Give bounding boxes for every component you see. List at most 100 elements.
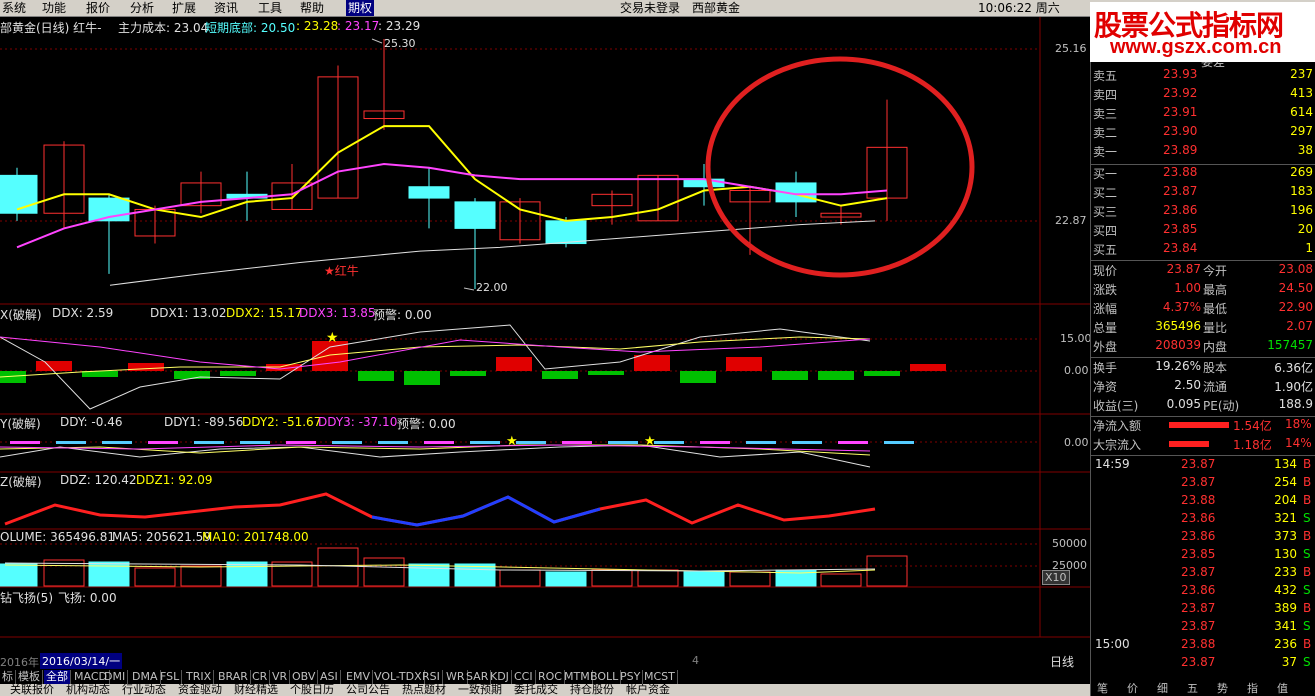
tick-side: S	[1303, 619, 1311, 633]
indicator-tab[interactable]: OBV	[290, 670, 319, 684]
bottom-function-item[interactable]: 持仓股份	[570, 684, 614, 696]
fund-value: 19.26%	[1155, 359, 1201, 373]
tick-price: 23.88	[1181, 637, 1216, 651]
main-val4: : 23.17	[337, 19, 380, 33]
ddy2-value: DDY2: -51.67	[242, 415, 322, 429]
menu-item-tools[interactable]: 工具	[256, 0, 284, 16]
tick-price: 23.86	[1181, 511, 1216, 525]
ddy-axis-a: 0.00	[1064, 436, 1089, 449]
indicator-tab[interactable]: FSL	[158, 670, 183, 684]
indicator-tab[interactable]: PSY	[618, 670, 644, 684]
menu-item-analysis[interactable]: 分析	[128, 0, 156, 16]
ddx-bar	[588, 371, 624, 375]
menu-item-options[interactable]: 期权	[346, 0, 375, 16]
sell-level-volume: 38	[1297, 143, 1313, 157]
panel-tab[interactable]: 细	[1157, 680, 1168, 696]
indicator-tab[interactable]: 全部	[44, 670, 71, 684]
quote-label: 内盘	[1203, 340, 1228, 354]
ddy-warn: 预警: 0.00	[397, 417, 456, 431]
ddy-bar	[608, 441, 638, 444]
quote-label: 总量	[1093, 321, 1118, 335]
menu-item-function[interactable]: 功能	[40, 0, 68, 16]
date-mid: 4	[692, 654, 699, 667]
ddx-star: ★	[326, 330, 339, 346]
tick-volume: 341	[1274, 619, 1297, 633]
bottom-function-item[interactable]: 个股日历	[290, 684, 334, 696]
indicator-tab[interactable]: RSI	[420, 670, 443, 684]
ddy-bar	[286, 441, 316, 444]
panel-tab[interactable]: 价	[1127, 680, 1138, 696]
flow-label: 大宗流入	[1093, 438, 1142, 452]
menu-item-news[interactable]: 资讯	[212, 0, 240, 16]
ddz-line-blue	[371, 495, 601, 527]
volume-bar	[0, 563, 38, 587]
ddx-title: X(破解)	[0, 308, 42, 322]
indicator-tab[interactable]: ASI	[318, 670, 341, 684]
indicator-tab[interactable]: ROC	[536, 670, 565, 684]
indicator-tab[interactable]: DMI	[102, 670, 129, 684]
quote-value: 365496	[1155, 319, 1201, 333]
sell-level-label: 卖四	[1093, 88, 1118, 102]
bottom-function-item[interactable]: 关联报价	[10, 684, 54, 696]
main-val5: : 23.29	[378, 19, 421, 33]
menu-item-system[interactable]: 系统	[0, 0, 28, 16]
ddx-bar	[864, 371, 900, 376]
panel-tab[interactable]: 值	[1277, 680, 1288, 696]
quote-label: 涨幅	[1093, 302, 1118, 316]
tick-price: 23.85	[1181, 547, 1216, 561]
tick-side: B	[1303, 529, 1312, 543]
fund-label: 流通	[1203, 380, 1228, 394]
buy-level-volume: 196	[1290, 203, 1313, 217]
volume-bar	[180, 565, 222, 587]
indicator-tab[interactable]: BRAR	[216, 670, 251, 684]
ddy-title: Y(破解)	[0, 417, 41, 431]
panel-tab[interactable]: 势	[1217, 680, 1228, 696]
main-cost-label: 主力成本: 23.04	[118, 21, 209, 35]
bottom-function-item[interactable]: 资金驱动	[178, 684, 222, 696]
quote-value: 22.90	[1278, 300, 1313, 314]
indicator-tab[interactable]: EMV	[344, 670, 373, 684]
bottom-function-item[interactable]: 一致预期	[458, 684, 502, 696]
bottom-function-item[interactable]: 财经精选	[234, 684, 278, 696]
bottom-function-item[interactable]: 热点题材	[402, 684, 446, 696]
indicator-tab[interactable]: TRIX	[184, 670, 215, 684]
volume-bar	[820, 573, 862, 587]
volume-axis-unit[interactable]: X10	[1042, 570, 1070, 585]
quote-value: 208039	[1155, 338, 1201, 352]
low-marker-line	[463, 287, 475, 291]
sell-level-volume: 413	[1290, 86, 1313, 100]
tick-side: B	[1303, 601, 1312, 615]
indicator-tab[interactable]: BOLL	[588, 670, 622, 684]
indicator-tab[interactable]: CCI	[512, 670, 536, 684]
bottom-function-item[interactable]: 委托成交	[514, 684, 558, 696]
tick-time: 14:59	[1095, 457, 1130, 471]
indicator-tab[interactable]: KDJ	[488, 670, 512, 684]
bottom-function-item[interactable]: 行业动态	[122, 684, 166, 696]
sell-level-price: 23.89	[1163, 143, 1198, 157]
indicator-tab[interactable]: DMA	[130, 670, 161, 684]
period-selector[interactable]: 日线	[1050, 653, 1074, 670]
indicator-tab[interactable]: CR	[250, 670, 271, 684]
short-bottom-label: 短期底部: 20.50	[205, 21, 296, 35]
ddy-bar	[746, 441, 776, 444]
indicator-tab[interactable]: VR	[270, 670, 291, 684]
indicator-tab[interactable]: 标	[0, 670, 16, 684]
menu-item-help[interactable]: 帮助	[298, 0, 326, 16]
ddx-bar	[174, 371, 210, 379]
bottom-function-item[interactable]: 机构动态	[66, 684, 110, 696]
tick-volume: 204	[1274, 493, 1297, 507]
menu-item-quote[interactable]: 报价	[84, 0, 112, 16]
indicator-tab[interactable]: MCST	[642, 670, 678, 684]
quote-label: 最高	[1203, 283, 1228, 297]
buy-level-label: 买二	[1093, 186, 1118, 200]
menu-item-extend[interactable]: 扩展	[170, 0, 198, 16]
bottom-function-item[interactable]: 公司公告	[346, 684, 390, 696]
kline-chart-svg[interactable]: ★ ★ ★	[0, 17, 1090, 670]
panel-tab[interactable]: 指	[1247, 680, 1258, 696]
bottom-function-item[interactable]: 帐户资金	[626, 684, 670, 696]
indicator-tab[interactable]: 模板	[16, 670, 43, 684]
panel-tab[interactable]: 五	[1187, 680, 1198, 696]
ddy-bar	[838, 441, 868, 444]
indicator-tab[interactable]: VOL-TDX	[372, 670, 425, 684]
panel-tab[interactable]: 笔	[1097, 680, 1108, 696]
